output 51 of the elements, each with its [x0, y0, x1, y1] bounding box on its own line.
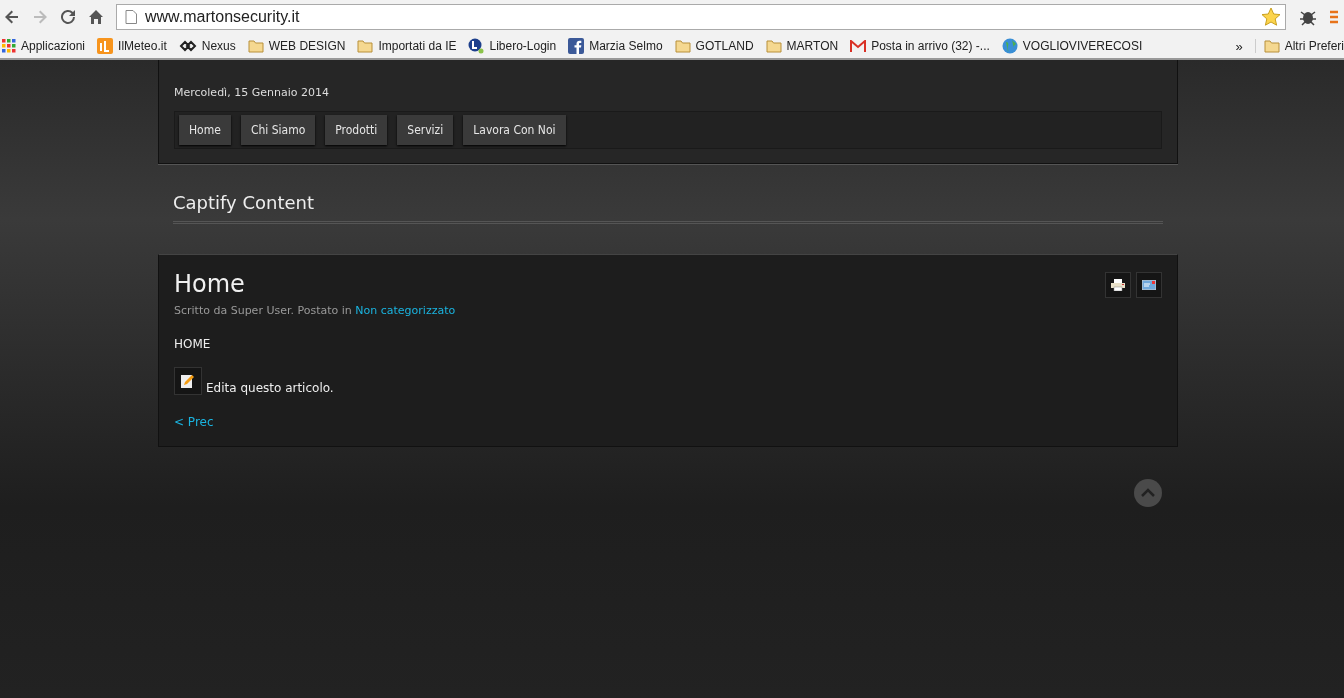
- bookmark-item[interactable]: Applicazioni: [2, 39, 86, 53]
- bookmark-item[interactable]: VOGLIOVIVERECOSI: [1001, 38, 1143, 54]
- email-button[interactable]: [1136, 272, 1162, 298]
- folder-icon: [357, 39, 374, 53]
- folder-icon: [765, 39, 782, 53]
- nav-link[interactable]: Prodotti: [325, 115, 388, 145]
- star-icon[interactable]: [1261, 7, 1281, 27]
- home-icon[interactable]: [88, 9, 104, 25]
- bookmark-item[interactable]: GOTLAND: [674, 39, 754, 53]
- logo-icon: [468, 38, 485, 54]
- article-title: Home: [174, 270, 245, 298]
- logo-icon: [97, 38, 114, 54]
- globe-icon: [1001, 38, 1018, 54]
- bookmark-item[interactable]: Marzia Selmo: [568, 38, 663, 54]
- envelope-icon: [1142, 280, 1156, 290]
- bookmark-item[interactable]: Posta in arrivo (32) -...: [850, 39, 990, 53]
- other-bookmarks[interactable]: Altri Preferi: [1254, 39, 1344, 53]
- article-body: HOME: [174, 337, 212, 351]
- print-button[interactable]: [1105, 272, 1131, 298]
- bookmark-item[interactable]: MARTON: [765, 39, 839, 53]
- back-icon[interactable]: [4, 9, 20, 25]
- bookmark-item[interactable]: Libero-Login: [468, 38, 557, 54]
- folder-icon: [674, 39, 691, 53]
- url-text: www.martonsecurity.it: [145, 8, 301, 26]
- address-bar[interactable]: www.martonsecurity.it: [116, 4, 1286, 30]
- edit-icon[interactable]: [174, 367, 202, 395]
- bookmark-item[interactable]: Importati da IE: [357, 39, 457, 53]
- bookmark-item[interactable]: IlMeteo.it: [97, 38, 167, 54]
- folder-icon: [247, 39, 264, 53]
- date-text: Mercoledì, 15 Gennaio 2014: [174, 86, 330, 99]
- page-icon: [125, 10, 137, 24]
- nav-link[interactable]: Chi Siamo: [240, 115, 316, 145]
- mail-icon: [850, 40, 867, 52]
- module-title: Captify Content: [173, 192, 1163, 224]
- chain-icon: [178, 40, 197, 52]
- bookmark-item[interactable]: Nexus: [178, 39, 236, 53]
- folder-icon: [1263, 39, 1280, 53]
- grid-icon: [2, 39, 16, 53]
- logo-icon: [568, 38, 585, 54]
- printer-icon: [1111, 279, 1125, 291]
- menu-icon[interactable]: [1330, 9, 1338, 25]
- byline-text: Scritto da Super User. Postato in: [174, 304, 352, 317]
- bookmark-item[interactable]: WEB DESIGN: [247, 39, 346, 53]
- overflow-chevron[interactable]: »: [1235, 38, 1243, 54]
- prev-link[interactable]: < Prec: [174, 415, 214, 429]
- edit-link[interactable]: Edita questo articolo.: [206, 381, 334, 395]
- nav-link[interactable]: Home: [179, 115, 231, 145]
- nav-link[interactable]: Servizi: [397, 115, 454, 145]
- reload-icon[interactable]: [60, 9, 76, 25]
- nav-link[interactable]: Lavora Con Noi: [463, 115, 566, 145]
- category-link[interactable]: Non categorizzato: [355, 304, 456, 317]
